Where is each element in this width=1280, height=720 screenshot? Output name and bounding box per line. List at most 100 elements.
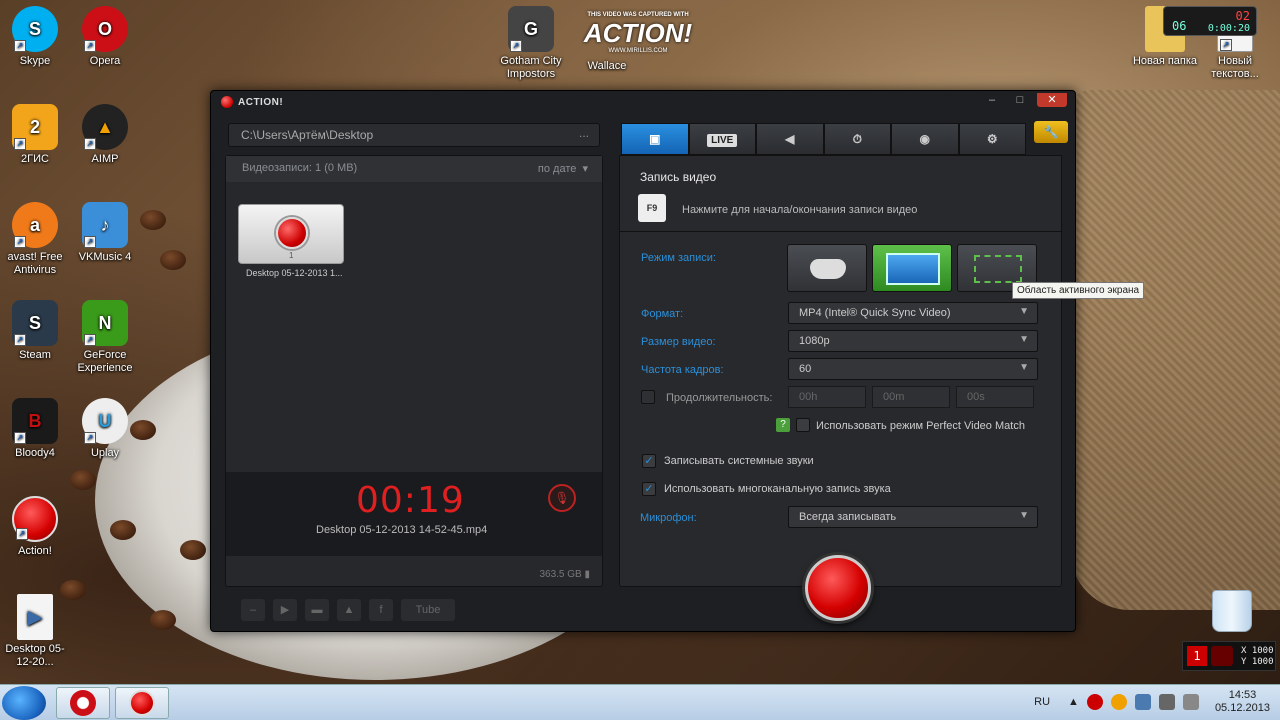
- desktop-icon-gotham[interactable]: G ↗ Gotham City Impostors: [496, 6, 566, 81]
- desktop-icon-2gis[interactable]: 2 ↗ 2ГИС: [0, 104, 70, 166]
- recording-thumbnail[interactable]: 1: [238, 204, 344, 264]
- format-select[interactable]: MP4 (Intel® Quick Sync Video) ▼: [788, 302, 1038, 324]
- steam-icon: S ↗: [12, 300, 58, 346]
- gamepad-icon: [810, 259, 846, 279]
- pvm-checkbox[interactable]: [796, 418, 810, 432]
- skype-icon: S ↗: [12, 6, 58, 52]
- maximize-button[interactable]: □: [1009, 93, 1031, 107]
- coffee-bean: [150, 610, 176, 630]
- file-toolbar: – ▶ ▬ ▲ f Tube: [241, 599, 455, 621]
- action-window: ACTION! – □ ✕ C:\Users\Артём\Desktop ...…: [210, 90, 1076, 632]
- opera-icon: O ↗: [82, 6, 128, 52]
- fullscreen-mode-button[interactable]: [872, 244, 952, 292]
- hotkey-button[interactable]: F9: [638, 194, 666, 222]
- system-sounds-checkbox[interactable]: ✓: [642, 454, 656, 468]
- minimize-button[interactable]: –: [981, 93, 1003, 107]
- desktop-icon-aimp[interactable]: ▲ ↗ AIMP: [70, 104, 140, 166]
- desktop-icon-action[interactable]: ↗ Action!: [0, 496, 70, 558]
- action-logo-icon: [221, 96, 233, 108]
- recordings-panel: Видеозаписи: 1 (0 MB) по дате ▾ 1 Deskto…: [225, 155, 603, 587]
- help-icon[interactable]: ?: [776, 418, 790, 432]
- tools-button[interactable]: 🔧: [1034, 121, 1068, 143]
- hand-icon: [1211, 646, 1233, 666]
- desktop-icon-avast[interactable]: a ↗ avast! Free Antivirus: [0, 202, 70, 277]
- mic-select[interactable]: Всегда записывать ▼: [788, 506, 1038, 528]
- youtube-button[interactable]: Tube: [401, 599, 455, 621]
- open-folder-button[interactable]: ▬: [305, 599, 329, 621]
- size-select[interactable]: 1080p ▼: [788, 330, 1038, 352]
- size-label: Размер видео:: [641, 336, 716, 348]
- mouse-coords-widget: 1 X 1000 Y 1000: [1182, 641, 1276, 671]
- multichannel-checkbox[interactable]: ✓: [642, 482, 656, 496]
- hours-input[interactable]: 00h: [788, 386, 866, 408]
- recording-status: 00:19 Desktop 05-12-2013 14-52-45.mp4 🎙: [226, 472, 602, 556]
- close-button[interactable]: ✕: [1037, 93, 1067, 107]
- desktop-icon-wallace[interactable]: Wallace: [572, 60, 642, 76]
- record-button[interactable]: [805, 555, 871, 621]
- nvidia-icon: N ↗: [82, 300, 128, 346]
- taskbar: RU ▲ 14:53 05.12.2013: [0, 684, 1280, 720]
- recording-timer: 00:19: [356, 480, 465, 521]
- desktop-icon-vkmusic[interactable]: ♪ ↗ VKMusic 4: [70, 202, 140, 264]
- section-title: Запись видео: [640, 170, 717, 184]
- tab-benchmark[interactable]: ⏱: [823, 123, 891, 155]
- mode-label: Режим записи:: [641, 252, 716, 264]
- start-button[interactable]: [2, 686, 46, 720]
- network-icon[interactable]: [1134, 694, 1151, 710]
- burlap-sack-background: [1070, 90, 1280, 610]
- tab-live[interactable]: LIVE: [688, 123, 756, 155]
- coffee-bean: [160, 250, 186, 270]
- sort-dropdown[interactable]: по дате ▾: [538, 162, 588, 175]
- desktop-icon-geforce[interactable]: N ↗ GeForce Experience: [70, 300, 140, 375]
- upload-button[interactable]: ▲: [337, 599, 361, 621]
- path-field[interactable]: C:\Users\Артём\Desktop ...: [228, 123, 600, 147]
- area-select-icon: [974, 255, 1022, 283]
- desktop-icon-opera[interactable]: O ↗ Opera: [70, 6, 140, 68]
- desktop-icon-uplay[interactable]: U ↗ Uplay: [70, 398, 140, 460]
- facebook-button[interactable]: f: [369, 599, 393, 621]
- tab-audio[interactable]: ◀: [756, 123, 824, 155]
- taskbar-action[interactable]: [115, 687, 169, 719]
- volume-icon[interactable]: [1182, 694, 1199, 710]
- fps-select[interactable]: 60 ▼: [788, 358, 1038, 380]
- coffee-bean: [110, 520, 136, 540]
- device-icon[interactable]: [1158, 694, 1175, 710]
- browse-button[interactable]: ...: [579, 126, 589, 140]
- action-tray-icon[interactable]: [1086, 694, 1103, 710]
- hotkey-description: Нажмите для начала/окончания записи виде…: [682, 204, 918, 216]
- aimp-tray-icon[interactable]: [1110, 694, 1127, 710]
- tab-screenshot[interactable]: ◉: [891, 123, 959, 155]
- taskbar-opera[interactable]: [56, 687, 110, 719]
- tab-settings[interactable]: ⚙: [958, 123, 1026, 155]
- recording-thumb-label: Desktop 05-12-2013 1...: [246, 268, 343, 278]
- delete-button[interactable]: –: [241, 599, 265, 621]
- action-record-icon: [129, 690, 155, 716]
- desktop-icon-steam[interactable]: S ↗ Steam: [0, 300, 70, 362]
- current-filename: Desktop 05-12-2013 14-52-45.mp4: [316, 524, 488, 536]
- system-sounds-label: Записывать системные звуки: [664, 455, 814, 467]
- game-mode-button[interactable]: [787, 244, 867, 292]
- action-watermark: THIS VIDEO WAS CAPTURED WITH ACTION! WWW…: [583, 12, 693, 54]
- minutes-input[interactable]: 00m: [872, 386, 950, 408]
- desktop-icon-video-file[interactable]: ▶ Desktop 05-12-20...: [0, 594, 70, 669]
- desktop-icon-skype[interactable]: S ↗ Skype: [0, 6, 70, 68]
- monitor-icon: [886, 253, 940, 285]
- microphone-icon[interactable]: 🎙: [548, 484, 576, 512]
- action-record-icon: ↗: [12, 496, 58, 542]
- recycle-bin-icon[interactable]: [1212, 590, 1252, 632]
- duration-checkbox[interactable]: [641, 390, 655, 404]
- mode-tooltip: Область активного экрана: [1012, 282, 1145, 299]
- clock[interactable]: 14:53 05.12.2013: [1215, 689, 1270, 715]
- tray-expand-icon[interactable]: ▲: [1068, 696, 1079, 708]
- play-button[interactable]: ▶: [273, 599, 297, 621]
- uplay-icon: U ↗: [82, 398, 128, 444]
- tab-video[interactable]: ▣: [621, 123, 689, 155]
- coffee-bean: [180, 540, 206, 560]
- desktop-icon-bloody4[interactable]: B ↗ Bloody4: [0, 398, 70, 460]
- seconds-input[interactable]: 00s: [956, 386, 1034, 408]
- window-title: ACTION!: [238, 96, 284, 108]
- coffee-bean: [70, 470, 96, 490]
- window-titlebar[interactable]: ACTION!: [211, 91, 1075, 113]
- record-icon: [276, 217, 308, 249]
- language-indicator[interactable]: RU: [1034, 696, 1050, 708]
